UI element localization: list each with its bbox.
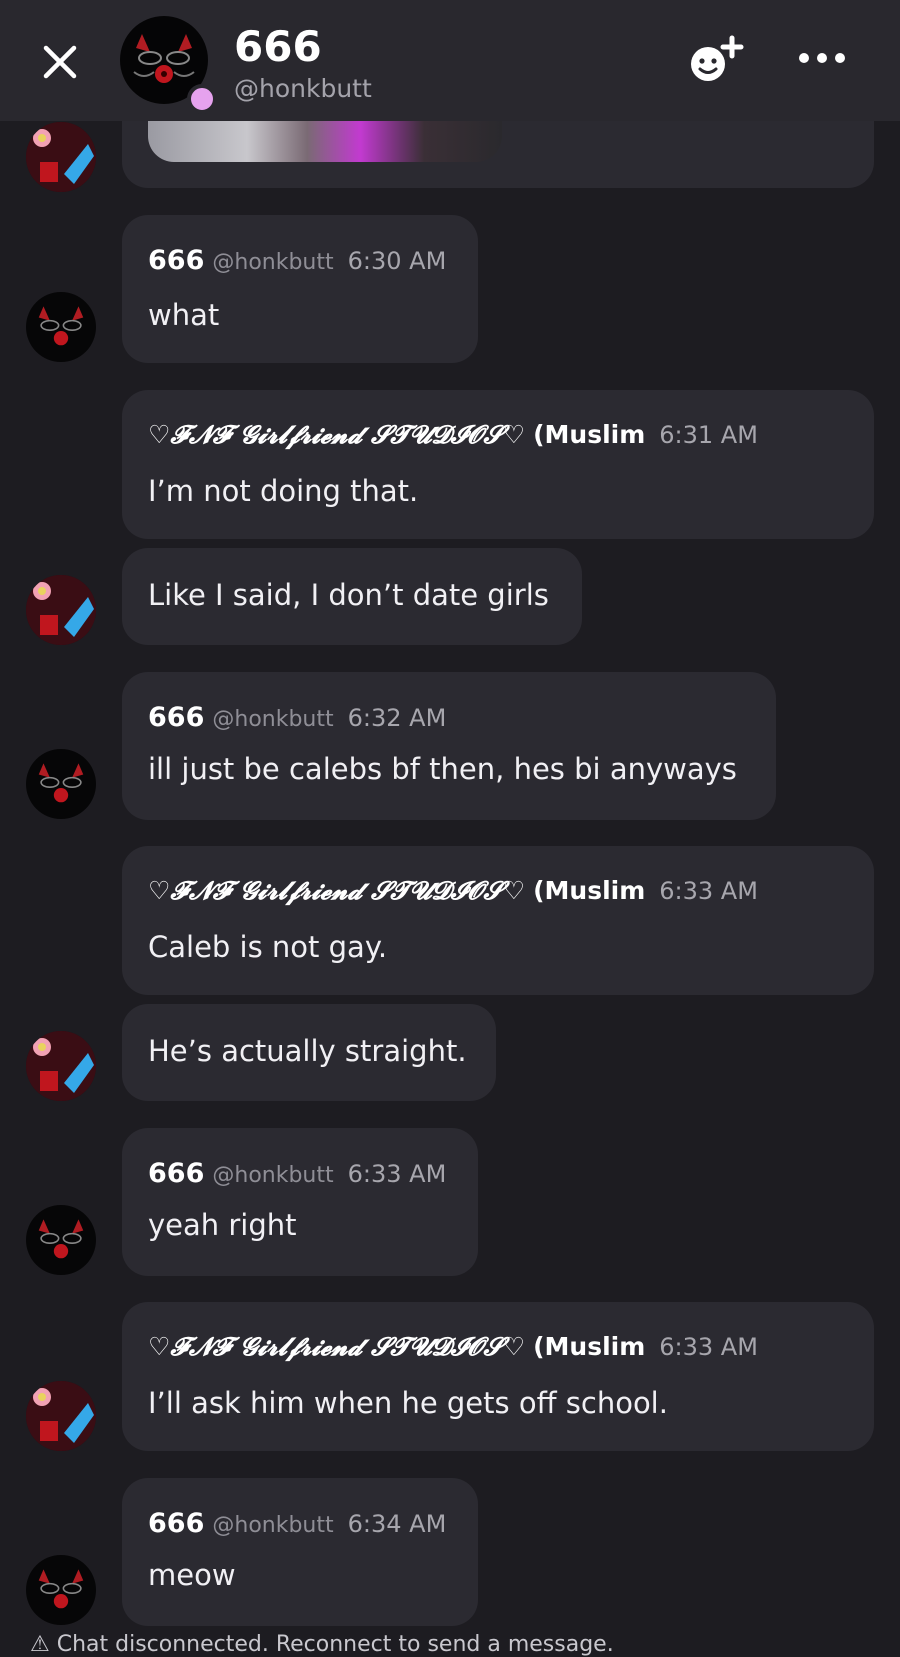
avatar[interactable] — [26, 575, 96, 645]
sender-suffix: (Muslim — [533, 876, 646, 905]
avatar[interactable] — [26, 749, 96, 819]
message-bubble: 666 @honkbutt 6:33 AM yeah right — [122, 1128, 478, 1276]
message-time: 6:32 AM — [347, 704, 447, 732]
sender-suffix: (Muslim — [533, 1332, 646, 1361]
message-text: what — [148, 298, 220, 332]
disconnected-notice[interactable]: ⚠ Chat disconnected. Reconnect to send a… — [30, 1632, 614, 1657]
sender-handle: @honkbutt — [212, 707, 334, 732]
message-bubble: He’s actually straight. — [122, 1004, 496, 1101]
message-text: Caleb is not gay. — [148, 930, 388, 964]
message-text: Like I said, I don’t date girls — [148, 578, 549, 612]
message-bubble: ♡𝓕𝓝𝓕 𝓖𝓲𝓻𝓵𝓯𝓻𝓲𝓮𝓷𝓭 𝓢𝓣𝓤𝓓𝓘𝓞𝓢♡ (Muslim 6:33 AM C… — [122, 846, 874, 995]
avatar[interactable] — [26, 1031, 96, 1101]
sender-name[interactable]: 666 — [148, 1158, 204, 1189]
avatar[interactable] — [26, 1555, 96, 1625]
sender-name[interactable]: ♡𝓕𝓝𝓕 𝓖𝓲𝓻𝓵𝓯𝓻𝓲𝓮𝓷𝓭 𝓢𝓣𝓤𝓓𝓘𝓞𝓢♡ — [148, 1332, 525, 1361]
add-friend-icon[interactable] — [686, 34, 746, 88]
message-text: meow — [148, 1558, 236, 1592]
message-time: 6:33 AM — [659, 1333, 758, 1361]
close-icon[interactable] — [36, 38, 84, 86]
message-text: I’ll ask him when he gets off school. — [148, 1386, 668, 1420]
online-status-dot — [187, 84, 217, 114]
sender-name[interactable]: 666 — [148, 702, 204, 733]
message-text: I’m not doing that. — [148, 474, 419, 508]
chat-header: 666 @honkbutt — [0, 0, 900, 121]
message-time: 6:33 AM — [659, 877, 758, 905]
chat-handle: @honkbutt — [234, 74, 372, 103]
message-bubble: 666 @honkbutt 6:32 AM ill just be calebs b… — [122, 672, 776, 820]
message-bubble: Like I said, I don’t date girls — [122, 548, 582, 645]
sender-suffix: (Muslim — [533, 420, 646, 449]
sender-handle: @honkbutt — [212, 1163, 334, 1188]
sender-name[interactable]: ♡𝓕𝓝𝓕 𝓖𝓲𝓻𝓵𝓯𝓻𝓲𝓮𝓷𝓭 𝓢𝓣𝓤𝓓𝓘𝓞𝓢♡ — [148, 420, 525, 449]
more-icon[interactable] — [796, 40, 848, 76]
message-text: ill just be calebs bf then, hes bi anywa… — [148, 752, 737, 786]
message-time: 6:33 AM — [347, 1160, 447, 1188]
sender-name[interactable]: 666 — [148, 245, 204, 276]
message-bubble: ♡𝓕𝓝𝓕 𝓖𝓲𝓻𝓵𝓯𝓻𝓲𝓮𝓷𝓭 𝓢𝓣𝓤𝓓𝓘𝓞𝓢♡ (Muslim 6:31 AM I… — [122, 390, 874, 539]
sender-handle: @honkbutt — [212, 1513, 334, 1538]
sender-name[interactable]: 666 — [148, 1508, 204, 1539]
message-text: yeah right — [148, 1208, 297, 1242]
message-bubble: ♡𝓕𝓝𝓕 𝓖𝓲𝓻𝓵𝓯𝓻𝓲𝓮𝓷𝓭 𝓢𝓣𝓤𝓓𝓘𝓞𝓢♡ (Muslim 6:33 AM I… — [122, 1302, 874, 1451]
avatar[interactable] — [26, 1381, 96, 1451]
message-text: He’s actually straight. — [148, 1034, 467, 1068]
message-time: 6:30 AM — [347, 247, 447, 275]
avatar[interactable] — [26, 122, 96, 192]
message-bubble: 666 @honkbutt 6:30 AM what — [122, 215, 478, 363]
message-bubble: 666 @honkbutt 6:34 AM meow — [122, 1478, 478, 1626]
message-time: 6:31 AM — [659, 421, 758, 449]
sender-handle: @honkbutt — [212, 250, 334, 275]
message-time: 6:34 AM — [347, 1510, 447, 1538]
avatar[interactable] — [26, 1205, 96, 1275]
chat-title: 666 — [234, 22, 322, 71]
sender-name[interactable]: ♡𝓕𝓝𝓕 𝓖𝓲𝓻𝓵𝓯𝓻𝓲𝓮𝓷𝓭 𝓢𝓣𝓤𝓓𝓘𝓞𝓢♡ — [148, 876, 525, 905]
avatar[interactable] — [26, 292, 96, 362]
